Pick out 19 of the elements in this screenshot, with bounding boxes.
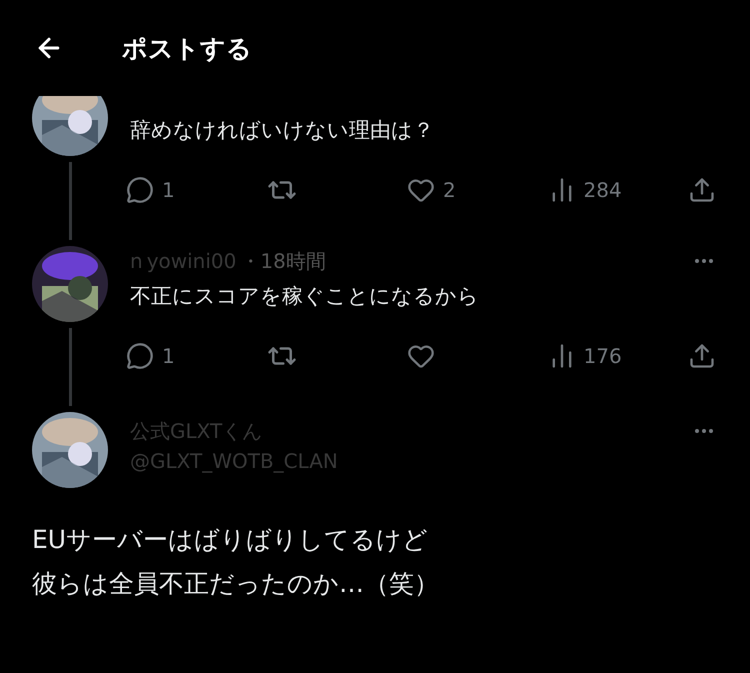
author-name: n xyxy=(130,249,143,273)
like-count: 2 xyxy=(443,178,456,202)
view-count: 284 xyxy=(584,178,622,202)
author-handle: yowini00 xyxy=(146,249,236,273)
reply-icon[interactable] xyxy=(126,176,154,204)
share-icon[interactable] xyxy=(688,176,716,204)
reply-text: 不正にスコアを稼ぐことになるから xyxy=(130,283,480,310)
share-icon[interactable] xyxy=(688,342,716,370)
post-time: ・18時間 xyxy=(240,248,326,274)
author-name: 公式GLXTくん xyxy=(130,418,262,444)
view-count: 176 xyxy=(584,344,622,368)
reply-count: 1 xyxy=(162,178,175,202)
page-title: ポストする xyxy=(122,32,252,64)
post-text-line: EUサーバーはばりばりしてるけど xyxy=(32,524,430,556)
author-handle: @GLXT_WOTB_CLAN xyxy=(130,449,338,473)
reply-text: 辞めなければいけない理由は？ xyxy=(130,117,435,144)
post-text-line: 彼らは全員不正だったのか…（笑） xyxy=(32,568,440,600)
reply-icon[interactable] xyxy=(126,342,154,370)
reply-count: 1 xyxy=(162,344,175,368)
